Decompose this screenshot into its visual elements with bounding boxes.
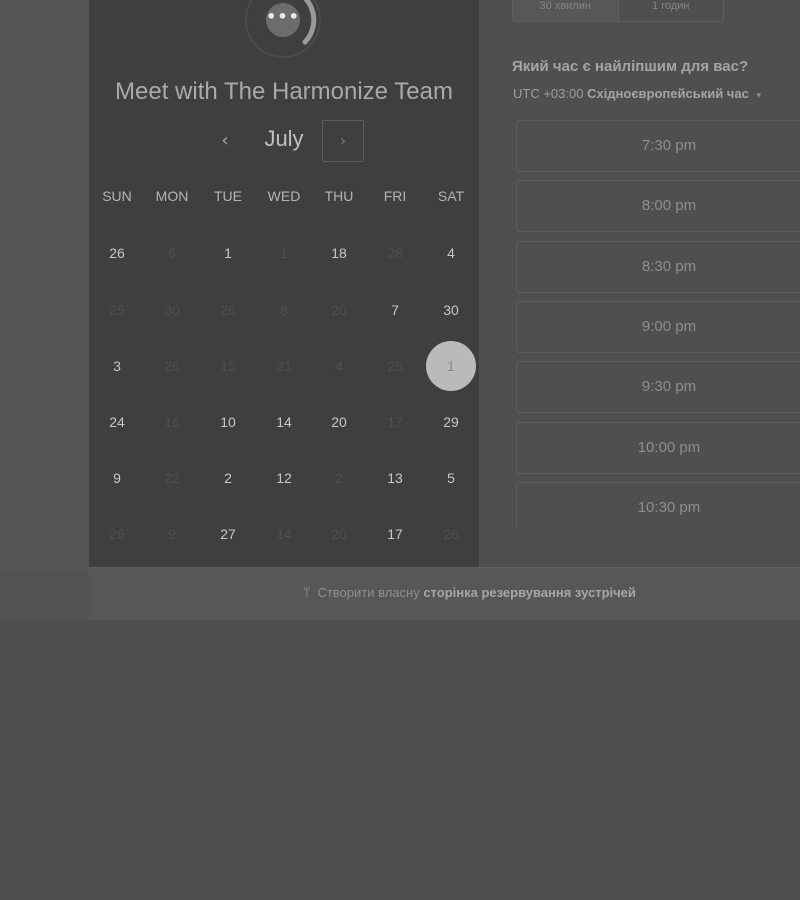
calendar-day: 2 bbox=[335, 470, 343, 486]
calendar-day[interactable]: 20 bbox=[314, 397, 364, 447]
time-slot-label: 7:30 pm bbox=[641, 137, 697, 154]
calendar-day[interactable]: 24 bbox=[92, 397, 142, 447]
time-heading: Який час є найліпшим для вас? bbox=[512, 58, 749, 75]
calendar-day[interactable]: 12 bbox=[259, 453, 309, 503]
duration-tab[interactable]: 30 хвилин bbox=[513, 0, 619, 21]
calendar-day[interactable]: 18 bbox=[314, 228, 364, 278]
weekday-header: SUN MON TUE WED THU FRI SAT bbox=[89, 188, 479, 208]
calendar-day[interactable]: 4 bbox=[426, 228, 476, 278]
calendar-day[interactable]: 1 bbox=[203, 228, 253, 278]
footer-bar: ᛘ Створити власну сторінка резервування … bbox=[89, 567, 800, 620]
timezone-selector[interactable]: UTC +03:00 Східноєвропейський час ▾ bbox=[513, 86, 761, 101]
calendar-panel: ••• Meet with The Harmonize Team ‹ July … bbox=[89, 0, 479, 567]
more-dots-icon: ••• bbox=[266, 3, 300, 37]
calendar-day: 20 bbox=[331, 526, 347, 542]
selected-day[interactable]: 1 bbox=[426, 341, 476, 391]
calendar-day: 31 bbox=[276, 358, 292, 374]
month-label: July bbox=[264, 126, 304, 151]
weekday-thu: THU bbox=[324, 188, 354, 204]
calendar-day[interactable]: 26 bbox=[92, 228, 142, 278]
calendar-day: 30 bbox=[164, 302, 180, 318]
create-booking-page-link[interactable]: ᛘ Створити власну сторінка резервування … bbox=[303, 585, 636, 600]
calendar-day: 4 bbox=[335, 358, 343, 374]
time-slot-label: 10:30 pm bbox=[637, 498, 701, 516]
calendar-day: 16 bbox=[164, 414, 180, 430]
calendar-day: 1 bbox=[280, 245, 288, 261]
calendar-day: 17 bbox=[387, 414, 403, 430]
weekday-sat: SAT bbox=[437, 188, 465, 204]
prev-month-button[interactable]: ‹ bbox=[211, 127, 239, 155]
calendar-day: 26 bbox=[443, 526, 459, 542]
time-slot-label: 8:30 pm bbox=[641, 257, 697, 275]
weekday-mon: MON bbox=[155, 188, 189, 204]
calendar-day[interactable]: 2 bbox=[203, 453, 253, 503]
calendar-day: 28 bbox=[387, 245, 403, 261]
calendar-day: 8 bbox=[280, 302, 288, 318]
calendar-day[interactable]: 9 bbox=[92, 453, 142, 503]
calendar-day: 26 bbox=[109, 526, 125, 542]
time-slot-button[interactable]: 8:30 pm bbox=[516, 240, 800, 293]
timezone-offset: UTC +03:00 bbox=[513, 86, 584, 101]
calendar-day: 14 bbox=[276, 526, 292, 542]
time-slot-label: 9:00 pm bbox=[641, 317, 697, 335]
calendar-day[interactable]: 30 bbox=[426, 285, 476, 335]
weekday-sun: SUN bbox=[102, 188, 132, 204]
calendar-day: 25 bbox=[109, 302, 125, 318]
time-slot-button[interactable]: 10:30 pm bbox=[516, 481, 800, 528]
calendar-day[interactable]: 5 bbox=[426, 453, 476, 503]
timezone-name: Східноєвропейський час bbox=[587, 86, 749, 101]
chevron-down-icon: ▾ bbox=[756, 90, 761, 100]
calendar-day: 26 bbox=[164, 358, 180, 374]
calendar-day: 26 bbox=[220, 302, 236, 318]
hubspot-sprocket-icon: ᛘ bbox=[303, 585, 311, 600]
calendar-day: 6 bbox=[168, 245, 176, 261]
calendar-day: 20 bbox=[331, 302, 347, 318]
footer-link-text: сторінка резервування зустрічей bbox=[423, 585, 636, 600]
weekday-tue: TUE bbox=[214, 188, 242, 204]
footer-prefix: Створити власну bbox=[317, 585, 420, 600]
time-slot-button[interactable]: 8:00 pm bbox=[516, 180, 800, 233]
calendar-day[interactable]: 27 bbox=[203, 509, 253, 559]
calendar-day[interactable]: 17 bbox=[370, 509, 420, 559]
calendar-day[interactable]: 13 bbox=[370, 453, 420, 503]
time-slot-button[interactable]: 9:30 pm bbox=[516, 361, 800, 414]
calendar-day[interactable]: 14 bbox=[259, 397, 309, 447]
calendar-day[interactable]: 3 bbox=[92, 341, 142, 391]
duration-tab[interactable]: 1 годин bbox=[619, 0, 724, 21]
time-slot-button[interactable]: 10:00 pm bbox=[516, 421, 800, 474]
time-slot-button[interactable]: 7:30 pm bbox=[516, 120, 800, 172]
time-slot-label: 9:30 pm bbox=[641, 378, 697, 396]
calendar-day: 25 bbox=[387, 358, 403, 374]
left-background bbox=[0, 0, 89, 573]
time-slot-list: 7:30 pm 8:00 pm 8:30 pm 9:00 pm 9:30 pm 10:00… bbox=[516, 120, 800, 528]
weekday-wed: WED bbox=[267, 188, 301, 204]
calendar-day[interactable]: 10 bbox=[203, 397, 253, 447]
next-month-button[interactable]: › bbox=[322, 120, 364, 162]
calendar-day[interactable]: 29 bbox=[426, 397, 476, 447]
time-slot-button[interactable]: 9:00 pm bbox=[516, 300, 800, 353]
calendar-day[interactable]: 7 bbox=[370, 285, 420, 335]
weekday-fri: FRI bbox=[383, 188, 407, 204]
time-slot-label: 10:00 pm bbox=[637, 438, 701, 456]
time-slot-label: 8:00 pm bbox=[641, 197, 697, 215]
calendar-day: 22 bbox=[164, 470, 180, 486]
duration-selector: 30 хвилин 1 годин bbox=[512, 0, 724, 22]
calendar-day: 9 bbox=[168, 526, 176, 542]
calendar-title: Meet with The Harmonize Team bbox=[115, 78, 453, 105]
calendar-day: 15 bbox=[220, 358, 236, 374]
left-background-bottom bbox=[0, 573, 89, 620]
